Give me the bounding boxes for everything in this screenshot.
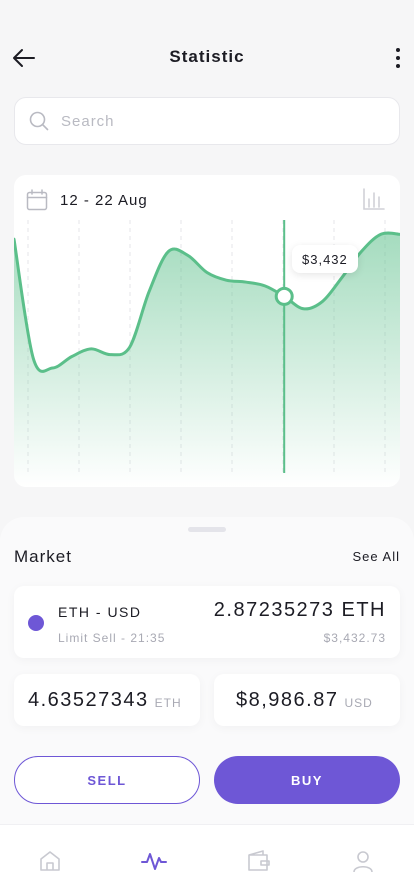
more-dot <box>396 56 400 60</box>
page-title: Statistic <box>169 47 245 66</box>
buy-button[interactable]: BUY <box>214 756 400 804</box>
usd-balance-unit: USD <box>344 696 373 710</box>
home-icon <box>40 851 60 871</box>
pair-order-info: Limit Sell - 21:35 <box>58 631 166 645</box>
eth-balance-value: 4.63527343 <box>28 688 149 711</box>
price-tooltip: $3,432 <box>292 245 358 273</box>
bottom-tab-bar <box>0 824 414 896</box>
price-chart[interactable] <box>14 175 400 487</box>
tab-home[interactable] <box>36 847 64 875</box>
sheet-handle[interactable] <box>188 527 226 532</box>
pair-amount: 2.87235273 ETH <box>213 599 386 621</box>
chart-card: 12 - 22 Aug $3,432 <box>14 175 400 487</box>
user-icon <box>353 851 373 873</box>
header: Statistic <box>0 0 414 96</box>
usd-balance-value: $8,986.87 <box>236 688 339 711</box>
search-bar <box>14 97 400 145</box>
chart-type-button[interactable] <box>362 187 386 211</box>
activity-icon <box>141 853 167 870</box>
tab-wallet[interactable] <box>245 847 273 875</box>
bar-chart-icon <box>363 188 385 210</box>
calendar-icon <box>26 189 48 211</box>
tab-statistic[interactable] <box>140 847 168 875</box>
search-icon <box>29 111 49 131</box>
pair-name: ETH - USD <box>58 604 142 620</box>
wallet-icon <box>248 850 270 871</box>
eth-balance-card[interactable]: 4.63527343 ETH <box>14 674 200 726</box>
date-range-row[interactable]: 12 - 22 Aug <box>26 189 148 211</box>
usd-balance-card[interactable]: $8,986.87 USD <box>214 674 400 726</box>
pair-usd-value: $3,432.73 <box>323 631 386 645</box>
sell-button[interactable]: SELL <box>14 756 200 804</box>
more-dot <box>396 64 400 68</box>
search-input[interactable] <box>61 112 361 130</box>
pair-indicator-dot <box>28 615 44 631</box>
more-options-button[interactable] <box>392 44 404 72</box>
date-range-label: 12 - 22 Aug <box>60 191 148 209</box>
market-pair-card[interactable]: ETH - USD Limit Sell - 21:35 2.87235273 … <box>14 586 400 658</box>
see-all-link[interactable]: See All <box>353 549 400 564</box>
eth-balance-unit: ETH <box>154 696 182 710</box>
tab-profile[interactable] <box>349 847 377 875</box>
market-title: Market <box>14 547 72 566</box>
more-dot <box>396 48 400 52</box>
chart-highlight-point[interactable] <box>274 286 294 306</box>
